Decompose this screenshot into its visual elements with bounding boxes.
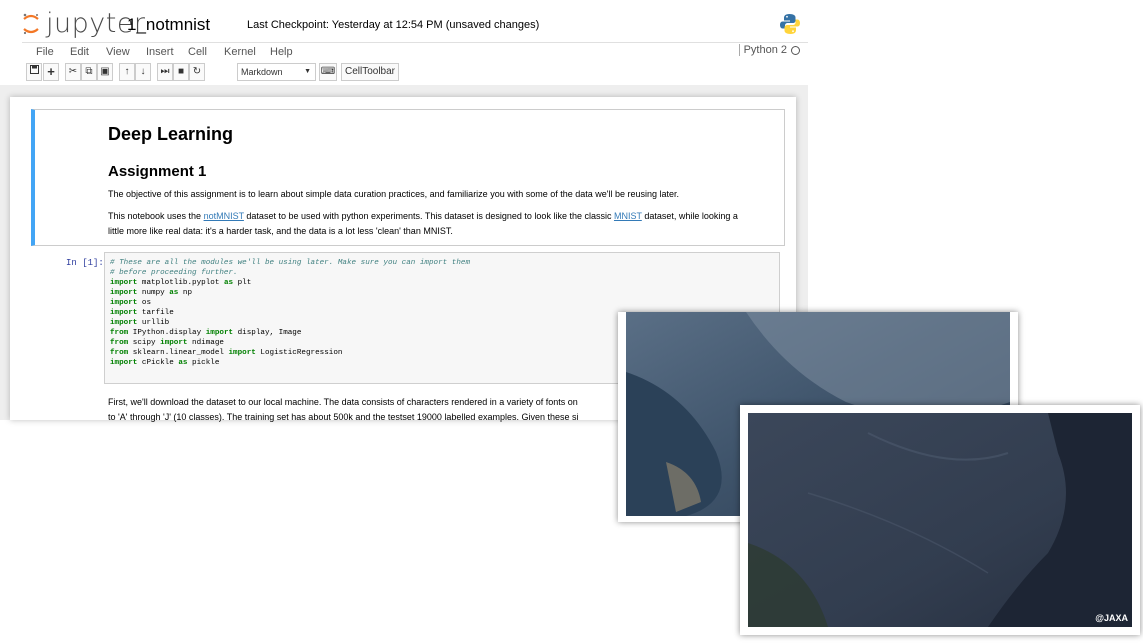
code-keyword: from — [110, 339, 129, 347]
copy-button[interactable]: ⧉ — [81, 63, 97, 81]
caret-down-icon: ▼ — [304, 68, 311, 75]
interrupt-button[interactable]: ■ — [173, 63, 189, 81]
keyboard-icon: ⌨ — [320, 66, 336, 77]
menu-kernel[interactable]: Kernel — [224, 46, 256, 58]
input-prompt: In [1]: — [66, 258, 104, 268]
paste-icon: ▣ — [100, 66, 110, 77]
code-keyword: import — [110, 309, 138, 317]
cell-type-select[interactable]: Markdown ▼ — [237, 63, 316, 81]
code-text: display, Image — [233, 329, 302, 337]
code-keyword: import — [110, 279, 138, 287]
command-palette-button[interactable]: ⌨ — [319, 63, 337, 81]
notebook-name[interactable]: 1_notmnist — [127, 15, 210, 35]
python-logo-icon — [780, 14, 800, 34]
checkpoint-status: Last Checkpoint: Yesterday at 12:54 PM (… — [247, 19, 540, 31]
code-keyword: import — [110, 299, 138, 307]
code-text: plt — [233, 279, 252, 287]
code-text: IPython.display — [128, 329, 206, 337]
refresh-icon: ↻ — [192, 66, 202, 77]
code-keyword: import — [110, 319, 138, 327]
menu-edit[interactable]: Edit — [70, 46, 89, 58]
celltoolbar-button[interactable]: CellToolbar — [341, 63, 399, 81]
notebook-header: jupyter 1_notmnist Last Checkpoint: Yest… — [0, 0, 808, 40]
stop-icon: ■ — [177, 66, 185, 77]
code-keyword: import — [205, 329, 234, 337]
notmnist-link[interactable]: notMNIST — [204, 211, 244, 221]
code-text: urllib — [137, 319, 170, 327]
arrow-down-icon: ↓ — [140, 66, 146, 77]
intro-text-4: little more like real data: it's a harde… — [108, 226, 453, 236]
code-keyword: from — [110, 329, 129, 337]
heading-deep-learning: Deep Learning — [108, 124, 234, 144]
kernel-idle-icon — [791, 45, 800, 55]
move-down-button[interactable]: ↓ — [135, 63, 151, 81]
code-text: scipy — [128, 339, 161, 347]
code-keyword: import — [110, 289, 138, 297]
insert-cell-button[interactable]: + — [43, 63, 59, 81]
objective-paragraph: The objective of this assignment is to l… — [108, 189, 680, 199]
code-text: tarfile — [137, 309, 174, 317]
scissors-icon: ✂ — [68, 66, 78, 77]
code-text: matplotlib.pyplot — [137, 279, 224, 287]
menu-insert[interactable]: Insert — [146, 46, 174, 58]
code-text: np — [178, 289, 193, 297]
code-keyword: import — [110, 359, 138, 367]
jupyter-logo-icon — [23, 13, 39, 34]
paste-button[interactable]: ▣ — [97, 63, 113, 81]
heading-assignment: Assignment 1 — [108, 163, 207, 180]
satellite-photo-frame-front: @JAXA — [740, 405, 1140, 635]
satellite-image-bay — [748, 413, 1132, 627]
kernel-indicator: Python 2 — [738, 44, 800, 56]
code-keyword: as — [169, 289, 179, 297]
intro-paragraph: This notebook uses the notMNIST dataset … — [108, 209, 738, 239]
mnist-link[interactable]: MNIST — [614, 211, 642, 221]
menu-view[interactable]: View — [106, 46, 130, 58]
intro-text-2: dataset to be used with python experimen… — [243, 211, 614, 221]
code-text: cPickle — [137, 359, 179, 367]
download-text-line1: First, we'll download the dataset to our… — [108, 397, 578, 407]
arrow-up-icon: ↑ — [124, 66, 130, 77]
cell-type-value: Markdown — [241, 67, 283, 77]
code-keyword: import — [160, 339, 188, 347]
step-forward-icon: ⏭ — [160, 66, 170, 77]
code-keyword: as — [223, 279, 234, 287]
copy-icon: ⧉ — [85, 66, 93, 77]
save-icon — [29, 65, 39, 74]
menu-cell[interactable]: Cell — [188, 46, 207, 58]
run-button[interactable]: ⏭ — [157, 63, 173, 81]
kernel-name: Python 2 — [743, 44, 787, 56]
plus-icon: + — [47, 64, 55, 79]
move-up-button[interactable]: ↑ — [119, 63, 135, 81]
code-text: ndimage — [187, 339, 224, 347]
code-keyword: import — [228, 349, 256, 357]
intro-text-1: This notebook uses the — [108, 211, 204, 221]
intro-text-3: dataset, while looking a — [641, 211, 738, 221]
restart-button[interactable]: ↻ — [189, 63, 205, 81]
menu-help[interactable]: Help — [270, 46, 293, 58]
code-text: pickle — [187, 359, 220, 367]
code-text: sklearn.linear_model — [128, 349, 229, 357]
menu-file[interactable]: File — [36, 46, 54, 58]
code-editor[interactable]: # These are all the modules we'll be usi… — [110, 258, 470, 368]
code-text: LogisticRegression — [255, 349, 343, 357]
download-paragraph: First, we'll download the dataset to our… — [108, 395, 648, 425]
cut-button[interactable]: ✂ — [65, 63, 81, 81]
code-text: numpy — [137, 289, 170, 297]
code-keyword: from — [110, 349, 129, 357]
code-comment: # before proceeding further. — [110, 269, 238, 277]
menubar: File Edit View Insert Cell Kernel Help P… — [22, 42, 808, 61]
save-button[interactable] — [26, 63, 42, 81]
code-text: os — [137, 299, 152, 307]
jaxa-watermark: @JAXA — [1095, 613, 1128, 623]
code-comment: # These are all the modules we'll be usi… — [110, 259, 471, 267]
download-text-line2: to 'A' through 'J' (10 classes). The tra… — [108, 412, 579, 422]
